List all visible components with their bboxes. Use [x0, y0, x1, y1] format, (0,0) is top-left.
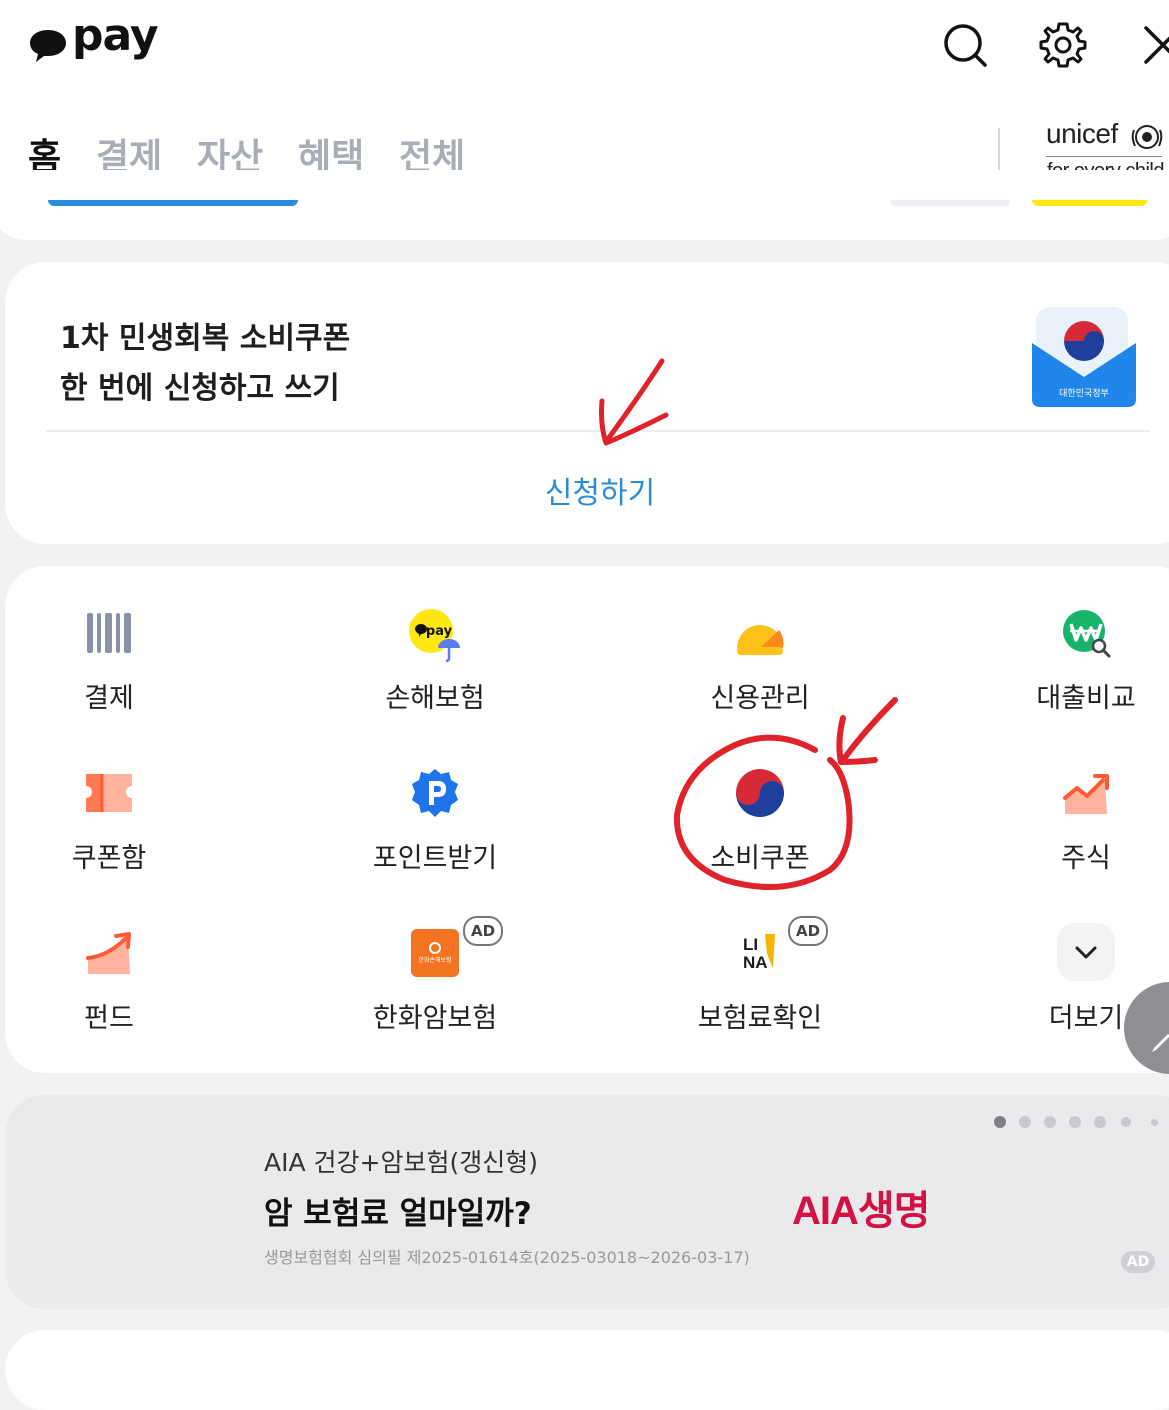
shortcut-label: 보험료확인: [697, 1003, 823, 1034]
point-badge-icon: [412, 769, 458, 817]
aia-life-logo: AIA생명: [792, 1189, 930, 1233]
shortcut-label: 주식: [1061, 843, 1111, 874]
kakaopay-mini-logo: pay: [426, 624, 453, 639]
unicef-name: unicef: [1046, 118, 1118, 149]
previous-card-yellow-element: [1032, 200, 1147, 206]
search-icon[interactable]: [940, 20, 990, 70]
red-circle-annotation: [673, 697, 898, 891]
coupon-icon: [86, 774, 132, 812]
stock-chart-icon: [1063, 774, 1109, 814]
envelope-label: 대한민국정부: [1059, 388, 1109, 399]
next-card-top: [5, 1330, 1169, 1410]
lina-text-top: LI: [743, 935, 758, 954]
ad-subtitle: AIA 건강+암보험(갱신형): [264, 1148, 538, 1177]
carousel-dot: [1069, 1116, 1081, 1128]
ad-title: 암 보험료 얼마일까?: [264, 1196, 532, 1232]
banner-title-line2: 한 번에 신청하고 쓰기: [60, 371, 340, 406]
aia-ad-banner[interactable]: [5, 1095, 1169, 1309]
shortcut-label: 포인트받기: [372, 843, 498, 874]
floating-edit-button[interactable]: [1124, 982, 1169, 1074]
unicef-emblem-icon: [1131, 125, 1163, 149]
apply-button[interactable]: 신청하기: [0, 468, 1169, 512]
previous-card-gray-element: [890, 200, 1010, 206]
carousel-dot: [1019, 1116, 1031, 1128]
unicef-underline: [1046, 156, 1162, 157]
pay-logo-text[interactable]: pay: [72, 10, 159, 61]
gear-icon[interactable]: [1038, 20, 1088, 70]
kakaopay-insurance-icon: pay: [409, 609, 460, 663]
tab-divider: [998, 128, 1000, 172]
lina-text-bottom: NA: [743, 953, 768, 972]
ad-badge: AD: [1121, 1251, 1155, 1273]
shortcut-label: 쿠폰함: [71, 843, 147, 874]
credit-gauge-icon: [737, 625, 784, 655]
ad-disclaimer: 생명보험협회 심의필 제2025-01614호(2025-03018~2026-…: [264, 1248, 750, 1267]
banner-title-line1: 1차 민생회복 소비쿠폰: [60, 321, 351, 356]
kakao-speech-bubble-icon: [30, 30, 66, 62]
shortcut-label: 결제: [84, 683, 134, 714]
carousel-dot: [1151, 1119, 1158, 1126]
lina-logo-icon: LI NA: [743, 934, 775, 972]
won-search-icon: [1063, 610, 1111, 658]
fund-arrow-icon: [86, 932, 131, 974]
hanwha-logo-icon: 한화손해보험: [411, 929, 459, 977]
carousel-dot: [1044, 1116, 1056, 1128]
carousel-dot: [1094, 1116, 1106, 1128]
previous-card-blue-element: [48, 200, 298, 206]
shortcut-label: 대출비교: [1036, 683, 1136, 714]
shortcut-label: 한화암보험: [372, 1003, 498, 1034]
government-envelope-icon: 대한민국정부: [1032, 307, 1136, 407]
shortcut-label: 손해보험: [385, 683, 485, 714]
chevron-down-icon: [1057, 923, 1115, 981]
carousel-dot-active: [994, 1116, 1006, 1128]
close-icon[interactable]: [1140, 20, 1169, 70]
red-arrow-annotation: [599, 358, 669, 446]
ad-badge: AD: [463, 916, 503, 946]
barcode-icon: [87, 613, 131, 653]
ad-badge: AD: [788, 916, 828, 946]
carousel-dot: [1121, 1117, 1131, 1127]
hanwha-mini-text: 한화손해보험: [418, 956, 451, 964]
shortcut-label: 펀드: [84, 1003, 134, 1034]
